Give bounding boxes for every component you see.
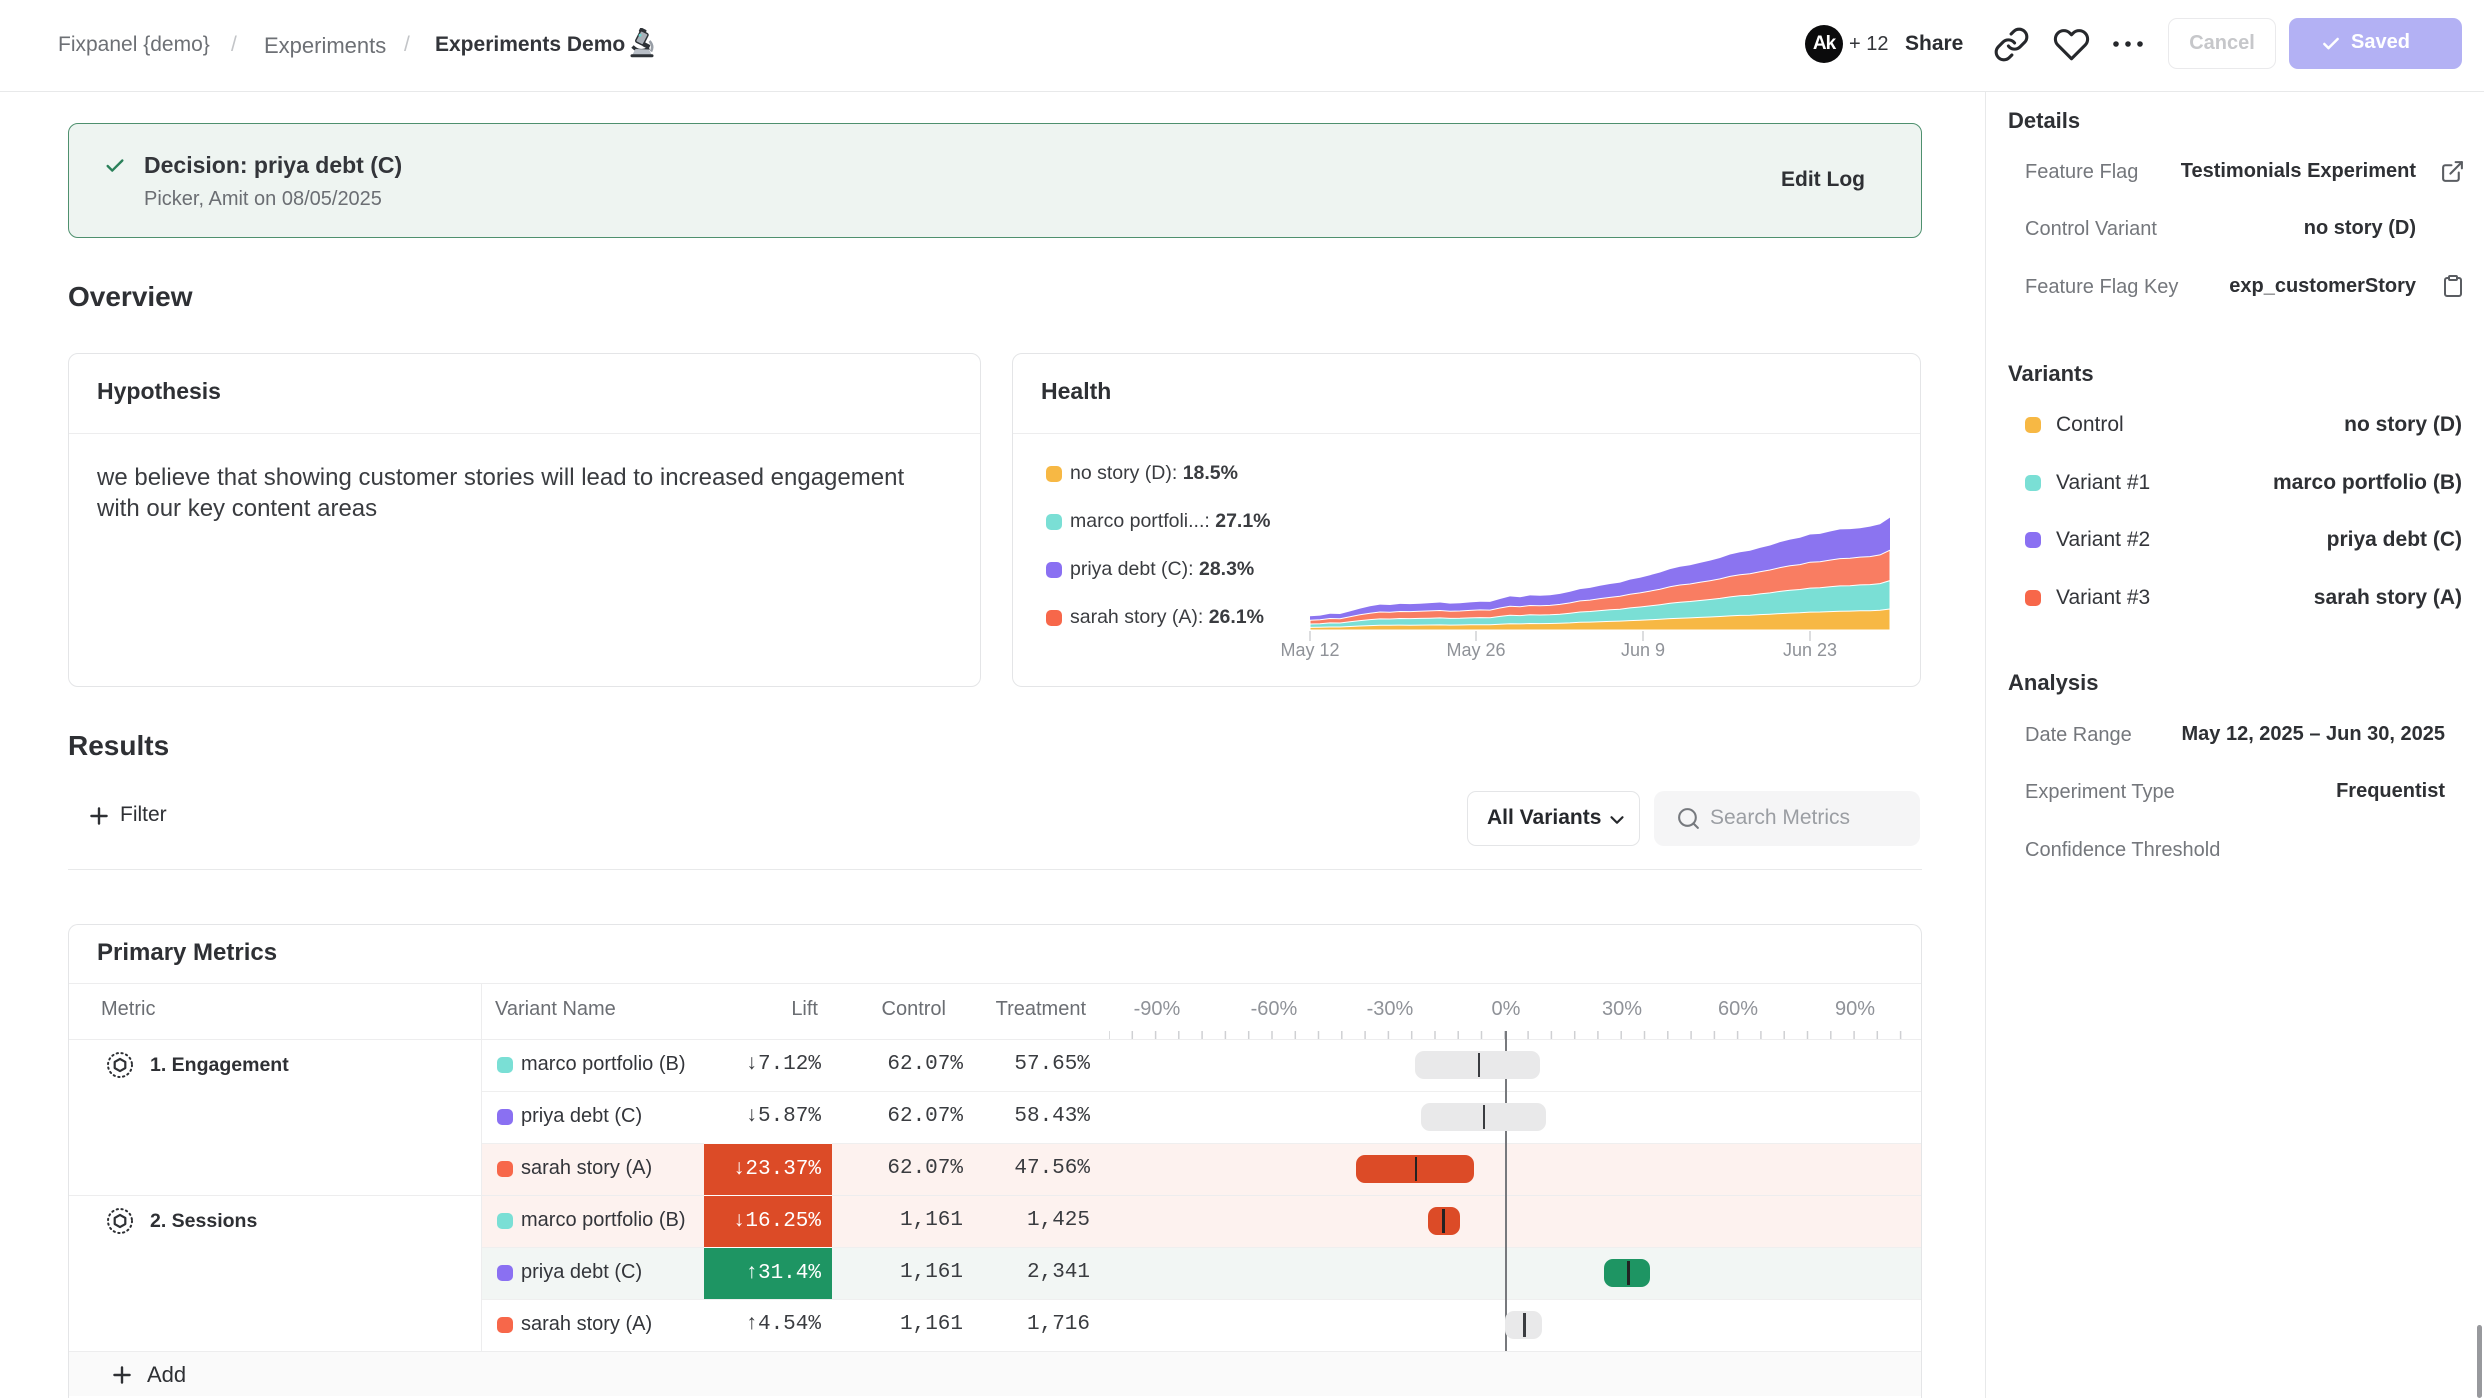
svg-text:May 12: May 12 xyxy=(1280,640,1339,660)
svg-text:Jun 9: Jun 9 xyxy=(1621,640,1665,660)
svg-text:Jun 23: Jun 23 xyxy=(1783,640,1837,660)
svg-text:May 26: May 26 xyxy=(1446,640,1505,660)
